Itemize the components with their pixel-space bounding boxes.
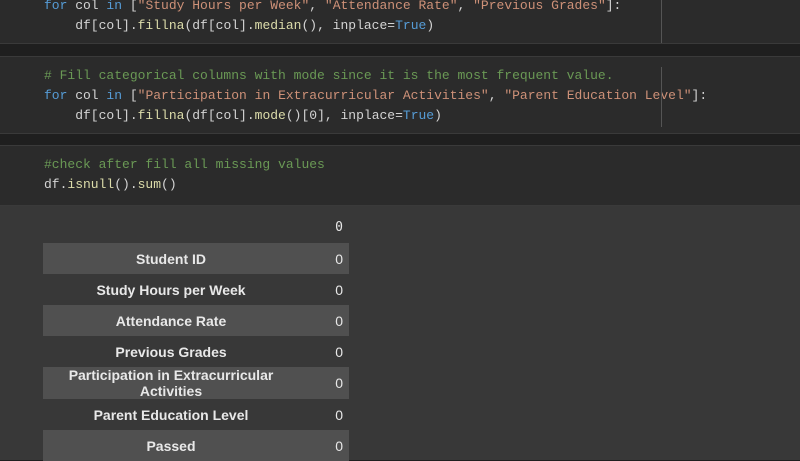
- line-ruler: [661, 0, 662, 43]
- code-line: for col in ["Participation in Extracurri…: [44, 88, 708, 103]
- code-line: for col in ["Study Hours per Week", "Att…: [44, 0, 622, 13]
- table-row: Passed 0: [43, 430, 349, 461]
- code-line: df.isnull().sum(): [44, 177, 177, 192]
- code-cell-2[interactable]: # Fill categorical columns with mode sin…: [0, 56, 800, 134]
- row-label: Study Hours per Week: [96, 281, 246, 298]
- code-line: df[col].fillna(df[col].mode()[0], inplac…: [44, 108, 442, 123]
- code-line: df[col].fillna(df[col].median(), inplace…: [44, 18, 435, 33]
- row-label: Previous Grades: [115, 343, 227, 360]
- output-dataframe: 0 Student ID 0 Study Hours per Week 0 At…: [43, 212, 349, 461]
- index-header: [43, 212, 299, 243]
- row-label: Student ID: [136, 250, 206, 267]
- row-value: 0: [335, 437, 343, 454]
- row-value: 0: [335, 375, 343, 391]
- line-ruler: [661, 67, 662, 127]
- row-value: 0: [335, 250, 343, 267]
- table-row: Participation in Extracurricular Activit…: [43, 367, 349, 399]
- row-label: Parent Education Level: [93, 406, 249, 423]
- code-comment: #check after fill all missing values: [44, 157, 325, 172]
- table-row: Study Hours per Week 0: [43, 274, 349, 305]
- code-editor[interactable]: # Fill categorical columns with mode sin…: [0, 57, 800, 126]
- table-header-row: 0: [43, 212, 349, 243]
- code-cell-3[interactable]: #check after fill all missing values df.…: [0, 145, 800, 206]
- table-row: Parent Education Level 0: [43, 399, 349, 430]
- row-label: Participation in Extracurricular Activit…: [68, 367, 274, 399]
- table-row: Attendance Rate 0: [43, 305, 349, 336]
- code-comment: # Fill categorical columns with mode sin…: [44, 68, 614, 83]
- code-editor[interactable]: for col in ["Study Hours per Week", "Att…: [0, 0, 800, 36]
- row-value: 0: [335, 343, 343, 360]
- column-header: 0: [335, 220, 343, 235]
- code-cell-1[interactable]: for col in ["Study Hours per Week", "Att…: [0, 0, 800, 44]
- table-row: Student ID 0: [43, 243, 349, 274]
- code-editor[interactable]: #check after fill all missing values df.…: [0, 146, 800, 195]
- row-value: 0: [335, 406, 343, 423]
- table-row: Previous Grades 0: [43, 336, 349, 367]
- row-label: Passed: [146, 437, 196, 454]
- row-value: 0: [335, 281, 343, 298]
- row-label: Attendance Rate: [115, 312, 227, 329]
- row-value: 0: [335, 312, 343, 329]
